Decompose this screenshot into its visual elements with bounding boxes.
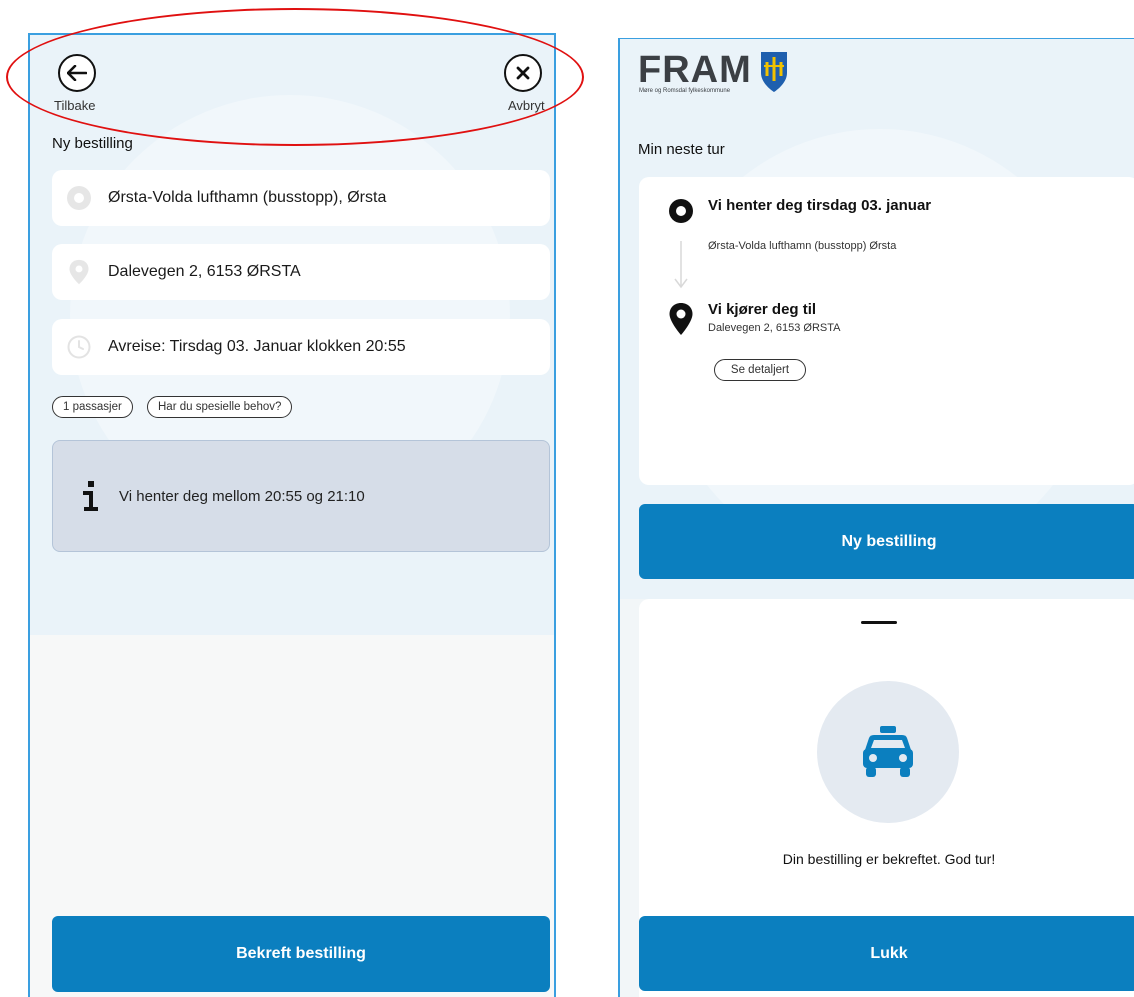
taxi-icon — [863, 726, 913, 777]
route-arrow-icon — [674, 241, 688, 289]
booking-screen: Tilbake Avbryt Ny bestilling Ørsta-Volda… — [28, 33, 556, 997]
circle-marker-icon — [67, 186, 91, 210]
next-trip-card: Vi henter deg tirsdag 03. januar Ørsta-V… — [639, 177, 1134, 485]
passengers-chip[interactable]: 1 passasjer — [52, 396, 133, 418]
departure-text: Avreise: Tirsdag 03. Januar klokken 20:5… — [108, 338, 406, 355]
info-icon — [83, 481, 98, 511]
taxi-icon-circle — [817, 681, 959, 823]
section-title: Min neste tur — [638, 141, 725, 158]
dropoff-pin-icon — [669, 303, 693, 335]
pickup-marker-icon — [669, 199, 693, 223]
map-pin-icon — [69, 259, 89, 285]
fram-logo-wordmark: FRAM — [638, 49, 752, 91]
pickup-title: Vi henter deg tirsdag 03. januar — [708, 197, 932, 214]
from-location-text: Ørsta-Volda lufthamn (busstopp), Ørsta — [108, 189, 387, 206]
county-shield-icon — [761, 52, 787, 92]
from-location-field[interactable]: Ørsta-Volda lufthamn (busstopp), Ørsta — [52, 170, 550, 226]
to-location-text: Dalevegen 2, 6153 ØRSTA — [108, 263, 301, 280]
pickup-window-info: Vi henter deg mellom 20:55 og 21:10 — [52, 440, 550, 552]
annotation-oval — [6, 8, 584, 146]
departure-field[interactable]: Avreise: Tirsdag 03. Januar klokken 20:5… — [52, 319, 550, 375]
pickup-window-text: Vi henter deg mellom 20:55 og 21:10 — [119, 487, 365, 505]
to-location-field[interactable]: Dalevegen 2, 6153 ØRSTA — [52, 244, 550, 300]
see-details-button[interactable]: Se detaljert — [714, 359, 806, 381]
confirm-booking-button[interactable]: Bekreft bestilling — [52, 916, 550, 992]
confirmation-sheet: Din bestilling er bekreftet. God tur! Lu… — [639, 599, 1134, 997]
page-title: Ny bestilling — [52, 135, 133, 152]
close-button[interactable]: Lukk — [639, 916, 1134, 991]
dropoff-title: Vi kjører deg til — [708, 301, 817, 318]
sheet-drag-handle[interactable] — [861, 621, 897, 624]
clock-icon — [67, 335, 91, 359]
confirmation-message: Din bestilling er bekreftet. God tur! — [782, 851, 996, 867]
dropoff-place: Dalevegen 2, 6153 ØRSTA — [708, 322, 841, 334]
pickup-place: Ørsta-Volda lufthamn (busstopp) Ørsta — [708, 240, 897, 252]
logo-tagline: Møre og Romsdal fylkeskommune — [639, 88, 731, 94]
confirmation-screen: FRAM Møre og Romsdal fylkeskommune Min n… — [618, 38, 1134, 997]
new-booking-button[interactable]: Ny bestilling — [639, 504, 1134, 579]
special-needs-chip[interactable]: Har du spesielle behov? — [147, 396, 293, 418]
